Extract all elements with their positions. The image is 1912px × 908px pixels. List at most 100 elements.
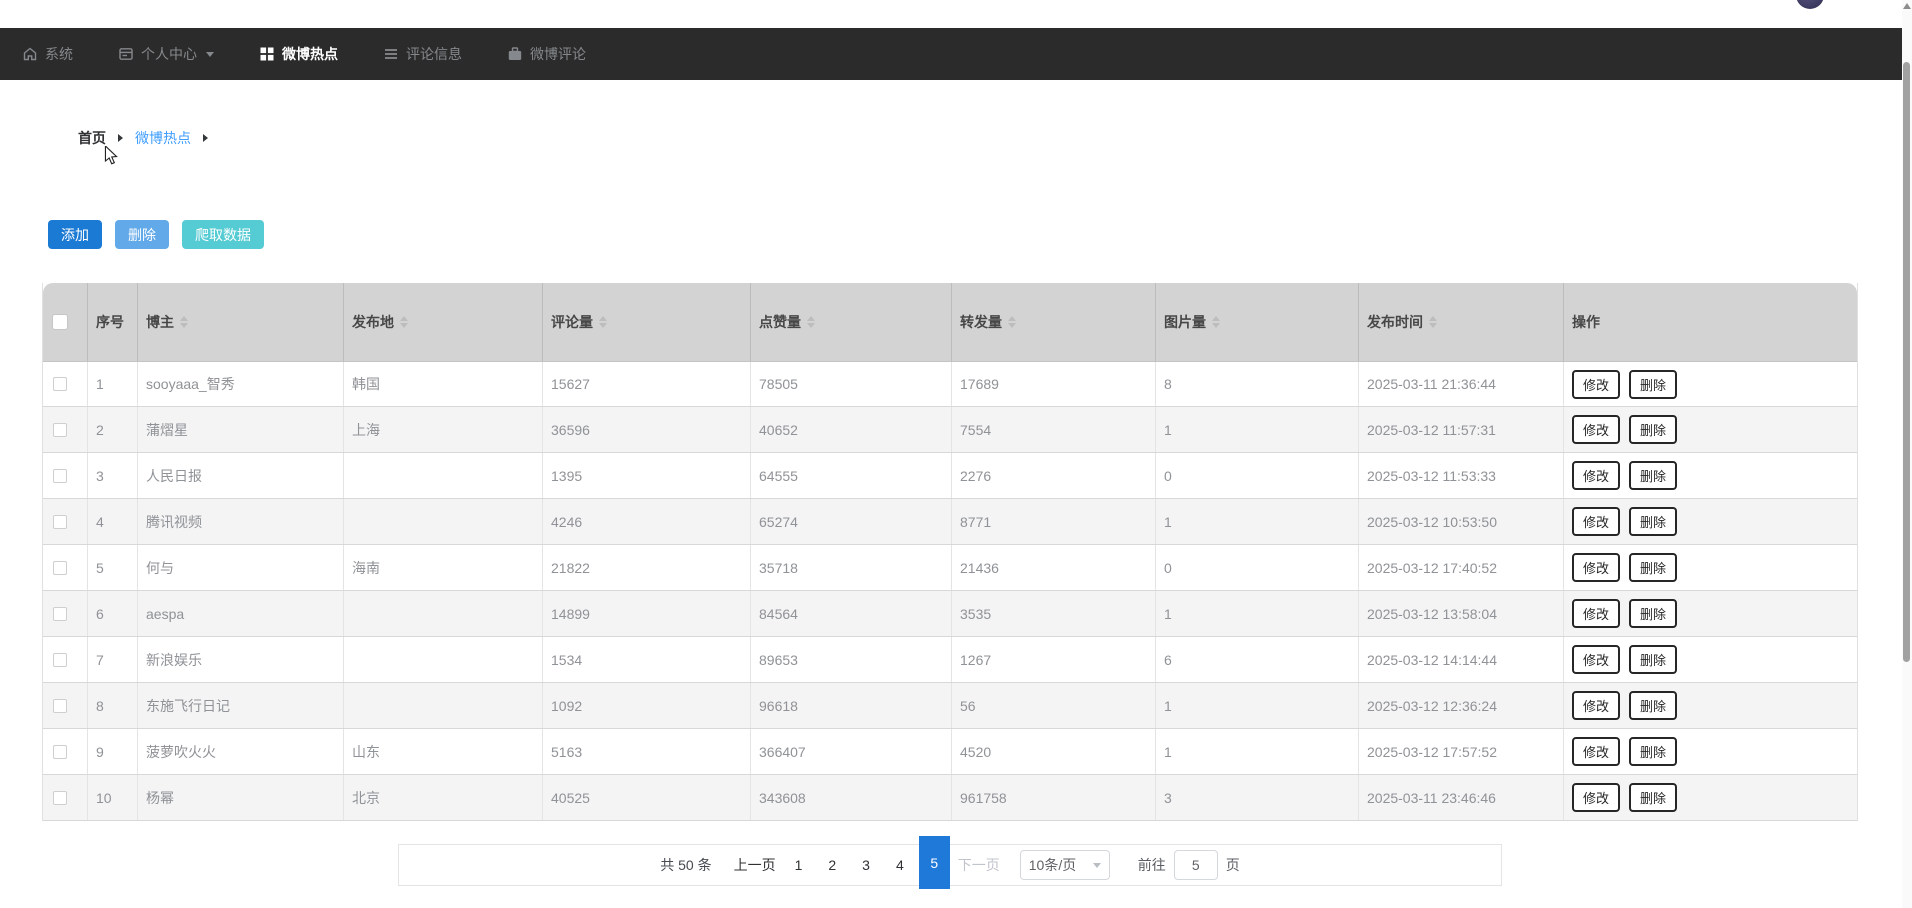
delete-button[interactable]: 删除 bbox=[1629, 553, 1678, 582]
sort-caret-icon[interactable] bbox=[400, 316, 408, 328]
delete-button[interactable]: 删除 bbox=[1629, 369, 1678, 399]
sort-caret-icon[interactable] bbox=[599, 316, 607, 328]
row-checkbox[interactable] bbox=[53, 744, 67, 759]
cell-reposts: 7554 bbox=[952, 407, 1156, 452]
cell-publish-time: 2025-03-12 17:57:52 bbox=[1359, 729, 1564, 774]
prev-page-button[interactable]: 上一页 bbox=[734, 855, 776, 875]
sort-caret-icon[interactable] bbox=[180, 316, 188, 328]
scrollbar-thumb[interactable] bbox=[1903, 62, 1910, 662]
table-row: 3 人民日报 1395 64555 2276 0 2025-03-12 11:5… bbox=[43, 453, 1857, 499]
header-blogger[interactable]: 博主 bbox=[138, 283, 344, 361]
nav-item-weibo-comments[interactable]: 微博评论 bbox=[507, 28, 586, 80]
delete-button[interactable]: 删除 bbox=[1629, 691, 1678, 720]
cell-location: 海南 bbox=[344, 545, 543, 590]
edit-button[interactable]: 修改 bbox=[1572, 737, 1621, 766]
sort-caret-icon[interactable] bbox=[807, 316, 815, 328]
header-reposts[interactable]: 转发量 bbox=[952, 283, 1156, 361]
user-avatar[interactable] bbox=[1796, 0, 1824, 9]
edit-button[interactable]: 修改 bbox=[1572, 783, 1621, 812]
page-number-2[interactable]: 2 bbox=[815, 857, 849, 873]
nav-item-profile[interactable]: 个人中心 bbox=[118, 28, 214, 80]
row-checkbox[interactable] bbox=[53, 606, 67, 621]
breadcrumb-weibo-hotspots[interactable]: 微博热点 bbox=[135, 128, 191, 148]
page-number-1[interactable]: 1 bbox=[782, 857, 816, 873]
sort-caret-icon[interactable] bbox=[1429, 316, 1437, 328]
cell-comments: 1534 bbox=[543, 637, 751, 682]
delete-button[interactable]: 删除 bbox=[115, 220, 169, 249]
page-number-3[interactable]: 3 bbox=[849, 857, 883, 873]
cell-publish-time: 2025-03-12 14:14:44 bbox=[1359, 637, 1564, 682]
delete-button[interactable]: 删除 bbox=[1629, 507, 1678, 536]
delete-button[interactable]: 删除 bbox=[1629, 415, 1678, 444]
row-checkbox[interactable] bbox=[53, 790, 67, 805]
select-all-checkbox[interactable] bbox=[53, 315, 67, 329]
cell-images: 1 bbox=[1156, 591, 1359, 636]
cell-images: 0 bbox=[1156, 545, 1359, 590]
edit-button[interactable]: 修改 bbox=[1572, 507, 1621, 536]
total-count: 共 50 条 bbox=[660, 857, 712, 873]
cell-blogger: 东施飞行日记 bbox=[138, 683, 344, 728]
edit-button[interactable]: 修改 bbox=[1572, 645, 1621, 674]
delete-button[interactable]: 删除 bbox=[1629, 599, 1678, 628]
row-checkbox[interactable] bbox=[53, 652, 67, 667]
header-comments[interactable]: 评论量 bbox=[543, 283, 751, 361]
scroll-up-icon[interactable] bbox=[1903, 3, 1911, 9]
cell-blogger: 新浪娱乐 bbox=[138, 637, 344, 682]
cell-likes: 64555 bbox=[751, 453, 952, 498]
delete-button[interactable]: 删除 bbox=[1629, 783, 1678, 812]
breadcrumb-home[interactable]: 首页 bbox=[78, 128, 106, 148]
next-page-button[interactable]: 下一页 bbox=[958, 855, 1000, 875]
cell-likes: 65274 bbox=[751, 499, 952, 544]
edit-button[interactable]: 修改 bbox=[1572, 691, 1621, 720]
delete-button[interactable]: 删除 bbox=[1629, 645, 1678, 674]
cell-blogger: aespa bbox=[138, 591, 344, 636]
table-row: 2 蒲熠星 上海 36596 40652 7554 1 2025-03-12 1… bbox=[43, 407, 1857, 453]
header-publish-time[interactable]: 发布时间 bbox=[1359, 283, 1564, 361]
cell-reposts: 17689 bbox=[952, 362, 1156, 406]
edit-button[interactable]: 修改 bbox=[1572, 415, 1621, 444]
edit-button[interactable]: 修改 bbox=[1572, 599, 1621, 628]
table-row: 9 菠萝吹火火 山东 5163 366407 4520 1 2025-03-12… bbox=[43, 729, 1857, 775]
page-list: 12345 bbox=[782, 836, 952, 889]
cell-publish-time: 2025-03-11 23:46:46 bbox=[1359, 775, 1564, 820]
edit-button[interactable]: 修改 bbox=[1572, 461, 1621, 490]
edit-button[interactable]: 修改 bbox=[1572, 553, 1621, 582]
sort-caret-icon[interactable] bbox=[1008, 316, 1016, 328]
add-button[interactable]: 添加 bbox=[48, 220, 102, 249]
header-select-all bbox=[43, 283, 88, 361]
cell-location bbox=[344, 591, 543, 636]
cell-likes: 40652 bbox=[751, 407, 952, 452]
breadcrumb: 首页 微博热点 bbox=[78, 128, 208, 148]
row-checkbox[interactable] bbox=[53, 698, 67, 713]
goto-page-input[interactable] bbox=[1173, 850, 1218, 880]
page-number-4[interactable]: 4 bbox=[883, 857, 917, 873]
cell-blogger: 人民日报 bbox=[138, 453, 344, 498]
page-number-5[interactable]: 5 bbox=[918, 836, 950, 889]
header-likes[interactable]: 点赞量 bbox=[751, 283, 952, 361]
cell-location: 山东 bbox=[344, 729, 543, 774]
cell-publish-time: 2025-03-12 11:53:33 bbox=[1359, 453, 1564, 498]
header-location[interactable]: 发布地 bbox=[344, 283, 543, 361]
row-checkbox[interactable] bbox=[53, 560, 67, 575]
row-checkbox[interactable] bbox=[53, 468, 67, 483]
cell-likes: 343608 bbox=[751, 775, 952, 820]
row-checkbox[interactable] bbox=[53, 377, 67, 391]
vertical-scrollbar[interactable] bbox=[1902, 0, 1912, 908]
row-checkbox[interactable] bbox=[53, 514, 67, 529]
delete-button[interactable]: 删除 bbox=[1629, 461, 1678, 490]
cell-images: 3 bbox=[1156, 775, 1359, 820]
row-checkbox[interactable] bbox=[53, 422, 67, 437]
page-size-select[interactable]: 10条/页 bbox=[1019, 850, 1110, 880]
cell-comments: 40525 bbox=[543, 775, 751, 820]
header-images[interactable]: 图片量 bbox=[1156, 283, 1359, 361]
toolbar: 添加 删除 爬取数据 bbox=[48, 220, 264, 249]
delete-button[interactable]: 删除 bbox=[1629, 737, 1678, 766]
cell-seq: 3 bbox=[88, 453, 138, 498]
cell-images: 1 bbox=[1156, 729, 1359, 774]
sort-caret-icon[interactable] bbox=[1212, 316, 1220, 328]
nav-item-comment-info[interactable]: 评论信息 bbox=[383, 28, 462, 80]
nav-item-system[interactable]: 系统 bbox=[22, 28, 73, 80]
nav-item-weibo-hotspots[interactable]: 微博热点 bbox=[259, 28, 338, 80]
edit-button[interactable]: 修改 bbox=[1572, 369, 1621, 399]
crawl-data-button[interactable]: 爬取数据 bbox=[182, 220, 264, 249]
